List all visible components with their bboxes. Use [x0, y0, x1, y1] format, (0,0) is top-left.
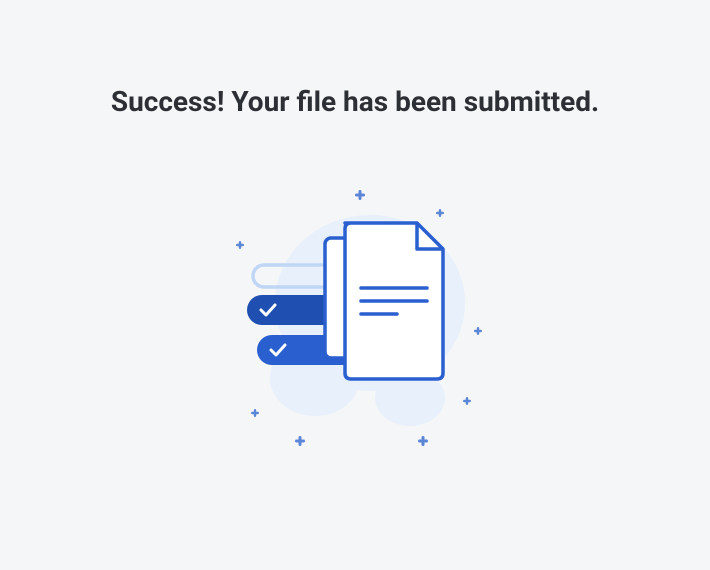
documents-submitted-illustration — [195, 183, 515, 463]
documents-submitted-icon — [195, 183, 515, 463]
success-container: Success! Your file has been submitted. — [0, 0, 710, 570]
success-heading: Success! Your file has been submitted. — [111, 85, 599, 118]
